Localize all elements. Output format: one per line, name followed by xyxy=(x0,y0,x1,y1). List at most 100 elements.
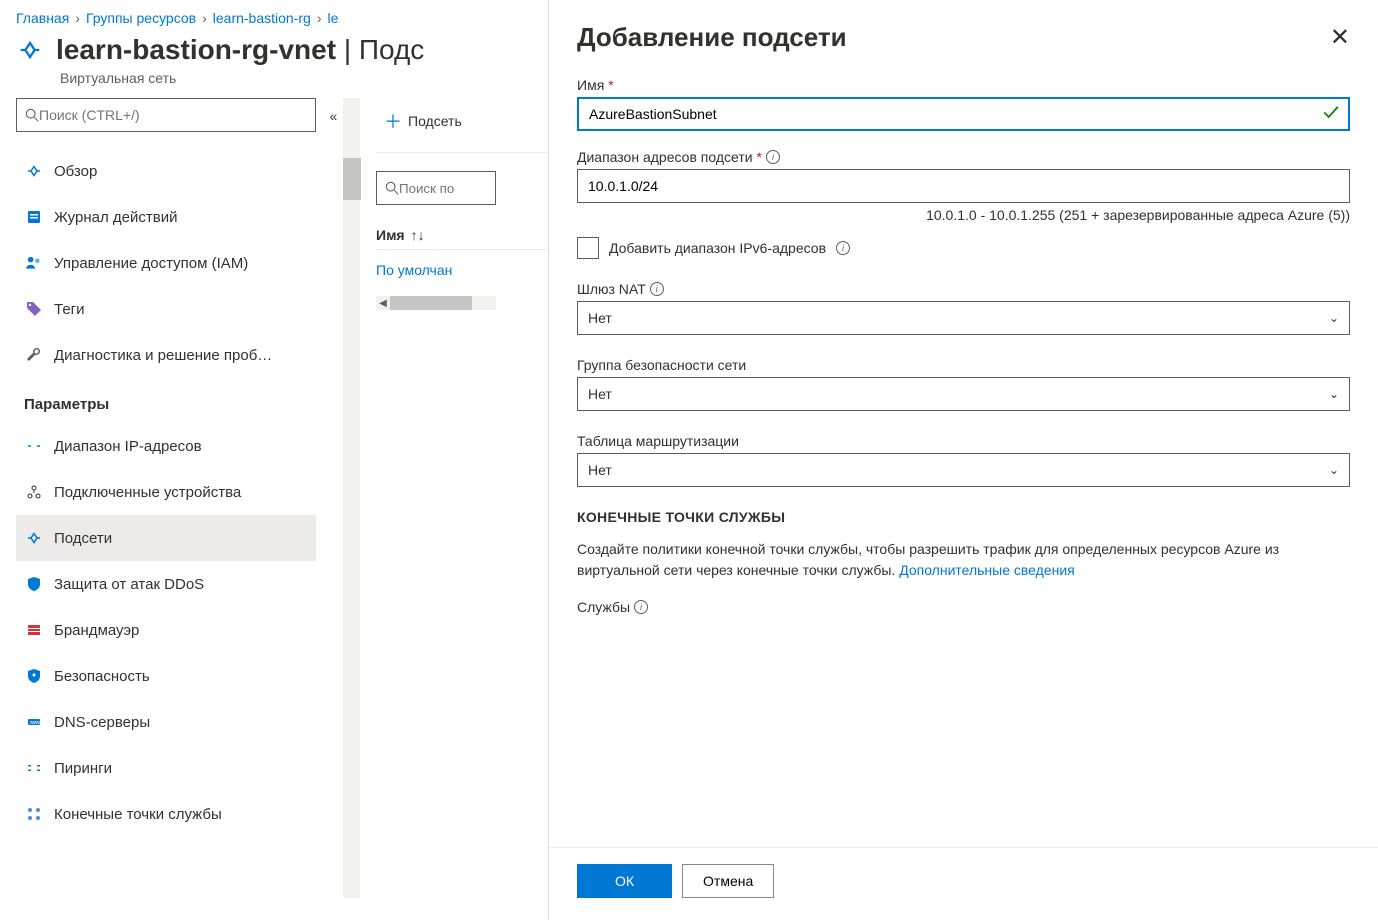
nav-label: Брандмауэр xyxy=(54,622,139,639)
info-icon[interactable]: i xyxy=(766,150,780,164)
breadcrumb-rg[interactable]: learn-bastion-rg xyxy=(213,10,311,26)
plus-icon: ＋ xyxy=(384,108,402,134)
info-icon[interactable]: i xyxy=(634,600,648,614)
add-subnet-button[interactable]: ＋ Подсеть xyxy=(376,104,470,138)
nav-subnets[interactable]: Подсети xyxy=(16,515,316,561)
search-icon xyxy=(385,181,399,195)
nav-label: Обзор xyxy=(54,163,97,180)
security-icon xyxy=(24,666,44,686)
nav-ddos[interactable]: Защита от атак DDoS xyxy=(16,561,316,607)
close-button[interactable]: ✕ xyxy=(1330,23,1350,52)
nat-select[interactable]: Нет ⌄ xyxy=(577,301,1350,335)
table-search[interactable] xyxy=(376,171,496,205)
range-label: Диапазон адресов подсети * i xyxy=(577,149,1350,165)
checkmark-icon xyxy=(1322,104,1340,125)
nav-label: Пиринги xyxy=(54,760,112,777)
col-label: Имя xyxy=(376,227,405,243)
ok-button[interactable]: ОК xyxy=(577,864,672,898)
nav-ip-range[interactable]: Диапазон IP-адресов xyxy=(16,423,316,469)
ip-icon xyxy=(24,436,44,456)
ipv6-label: Добавить диапазон IPv6-адресов xyxy=(609,240,826,256)
firewall-icon xyxy=(24,620,44,640)
nav-label: Диагностика и решение проб… xyxy=(54,347,272,364)
search-icon xyxy=(25,108,39,122)
peering-icon xyxy=(24,758,44,778)
nav-security[interactable]: Безопасность xyxy=(16,653,316,699)
nav-iam[interactable]: Управление доступом (IAM) xyxy=(16,240,316,286)
sidebar-search[interactable] xyxy=(16,98,316,132)
sort-icon: ↑↓ xyxy=(411,227,425,243)
dns-icon: www xyxy=(24,712,44,732)
sidebar-search-input[interactable] xyxy=(39,107,307,123)
route-label: Таблица маршрутизации xyxy=(577,433,1350,449)
nsg-select[interactable]: Нет ⌄ xyxy=(577,377,1350,411)
nav-overview[interactable]: Обзор xyxy=(16,148,316,194)
ipv6-checkbox[interactable] xyxy=(577,237,599,259)
scrollbar-thumb[interactable] xyxy=(390,296,472,310)
route-select[interactable]: Нет ⌄ xyxy=(577,453,1350,487)
nsg-label: Группа безопасности сети xyxy=(577,357,1350,373)
chevron-down-icon: ⌄ xyxy=(1329,387,1339,401)
breadcrumb-home[interactable]: Главная xyxy=(16,10,69,26)
add-subnet-panel: Добавление подсети ✕ Имя * Диапазон адре… xyxy=(548,0,1378,920)
nav-label: Журнал действий xyxy=(54,209,177,226)
chevron-down-icon: ⌄ xyxy=(1329,463,1339,477)
endpoints-more-link[interactable]: Дополнительные сведения xyxy=(899,562,1075,578)
scrollbar-thumb[interactable] xyxy=(343,158,361,200)
nav-label: Диапазон IP-адресов xyxy=(54,438,202,455)
device-icon xyxy=(24,482,44,502)
collapse-sidebar-button[interactable]: « xyxy=(324,98,343,898)
chevron-right-icon: › xyxy=(317,10,322,26)
nav-peerings[interactable]: Пиринги xyxy=(16,745,316,791)
select-value: Нет xyxy=(588,386,612,402)
nav-label: Конечные точки службы xyxy=(54,806,222,823)
vnet-icon xyxy=(16,36,44,64)
sidebar-section-params: Параметры xyxy=(16,378,316,423)
close-icon: ✕ xyxy=(1330,24,1350,51)
subnet-default-link[interactable]: По умолчан xyxy=(376,262,452,278)
cancel-button[interactable]: Отмена xyxy=(682,864,774,898)
panel-footer: ОК Отмена xyxy=(549,847,1378,920)
range-input[interactable] xyxy=(577,169,1350,203)
wrench-icon xyxy=(24,345,44,365)
chevron-down-icon: ⌄ xyxy=(1329,311,1339,325)
nav-label: Защита от атак DDoS xyxy=(54,576,204,593)
nav-label: Подключенные устройства xyxy=(54,484,241,501)
select-value: Нет xyxy=(588,462,612,478)
subnet-icon xyxy=(24,528,44,548)
table-search-input[interactable] xyxy=(399,181,479,196)
sidebar-scrollbar[interactable] xyxy=(343,98,360,898)
nav-tags[interactable]: Теги xyxy=(16,286,316,332)
nav-label: DNS-серверы xyxy=(54,714,150,731)
page-title: learn-bastion-rg-vnet | Подс xyxy=(56,34,424,66)
svg-text:www: www xyxy=(30,720,41,726)
vnet-icon xyxy=(24,161,44,181)
nat-label: Шлюз NAT i xyxy=(577,281,1350,297)
chevron-right-icon: › xyxy=(75,10,80,26)
breadcrumb-vnet[interactable]: le xyxy=(328,10,339,26)
name-input[interactable] xyxy=(577,97,1350,131)
nav-diagnostics[interactable]: Диагностика и решение проб… xyxy=(16,332,316,378)
nav-label: Управление доступом (IAM) xyxy=(54,255,248,272)
double-chevron-left-icon: « xyxy=(330,108,338,124)
nav-connected-devices[interactable]: Подключенные устройства xyxy=(16,469,316,515)
services-label: Службы i xyxy=(577,599,1350,615)
breadcrumb-groups[interactable]: Группы ресурсов xyxy=(86,10,196,26)
info-icon[interactable]: i xyxy=(836,241,850,255)
nav-label: Теги xyxy=(54,301,85,318)
scroll-left-arrow[interactable]: ◀ xyxy=(376,298,390,309)
nav-activity-log[interactable]: Журнал действий xyxy=(16,194,316,240)
horizontal-scrollbar[interactable]: ◀ xyxy=(376,296,496,310)
nav-dns[interactable]: www DNS-серверы xyxy=(16,699,316,745)
log-icon xyxy=(24,207,44,227)
nav-label: Подсети xyxy=(54,530,112,547)
info-icon[interactable]: i xyxy=(650,282,664,296)
endpoints-section-title: КОНЕЧНЫЕ ТОЧКИ СЛУЖБЫ xyxy=(577,509,1350,525)
panel-title: Добавление подсети xyxy=(577,22,847,53)
chevron-right-icon: › xyxy=(202,10,207,26)
name-label: Имя * xyxy=(577,77,1350,93)
endpoint-icon xyxy=(24,804,44,824)
shield-icon xyxy=(24,574,44,594)
nav-firewall[interactable]: Брандмауэр xyxy=(16,607,316,653)
nav-service-endpoints[interactable]: Конечные точки службы xyxy=(16,791,316,837)
